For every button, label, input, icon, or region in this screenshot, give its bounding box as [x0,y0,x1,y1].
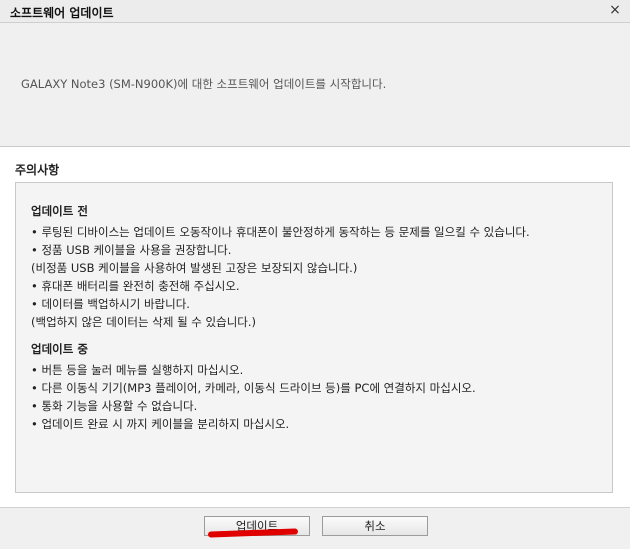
during-update-section: 업데이트 중 • 버튼 등을 눌러 메뉴를 실행하지 마십시오. • 다른 이동… [31,341,476,433]
notice-line: (백업하지 않은 데이터는 삭제 될 수 있습니다.) [31,315,256,329]
notice-line: • 루팅된 디바이스는 업데이트 오동작이나 휴대폰이 불안정하게 동작하는 등… [31,225,530,239]
notice-line: • 정품 USB 케이블을 사용을 권장합니다. [31,243,232,257]
cancel-button[interactable]: 취소 [322,516,428,536]
notice-line: • 통화 기능을 사용할 수 없습니다. [31,399,198,413]
notice-box[interactable]: 업데이트 전 • 루팅된 디바이스는 업데이트 오동작이나 휴대폰이 불안정하게… [15,182,613,493]
title-bar: 소프트웨어 업데이트 × [0,0,630,23]
close-icon[interactable]: × [608,2,622,18]
during-update-heading: 업데이트 중 [31,342,88,356]
notice-title: 주의사항 [15,163,60,177]
header-message: GALAXY Note3 (SM-N900K)에 대한 소프트웨어 업데이트를 … [21,77,387,91]
notice-line: • 버튼 등을 눌러 메뉴를 실행하지 마십시오. [31,363,244,377]
window-title: 소프트웨어 업데이트 [10,6,114,20]
before-update-section: 업데이트 전 • 루팅된 디바이스는 업데이트 오동작이나 휴대폰이 불안정하게… [31,203,530,331]
before-update-heading: 업데이트 전 [31,204,88,218]
dialog-body: 주의사항 업데이트 전 • 루팅된 디바이스는 업데이트 오동작이나 휴대폰이 … [0,147,630,507]
notice-line: • 데이터를 백업하시기 바랍니다. [31,297,190,311]
notice-line: • 업데이트 완료 시 까지 케이블을 분리하지 마십시오. [31,417,290,431]
dialog-header: GALAXY Note3 (SM-N900K)에 대한 소프트웨어 업데이트를 … [0,23,630,147]
dialog-footer: 업데이트 취소 [0,507,630,549]
notice-line: • 휴대폰 배터리를 완전히 충전해 주십시오. [31,279,240,293]
notice-line: • 다른 이동식 기기(MP3 플레이어, 카메라, 이동식 드라이브 등)를 … [31,381,476,395]
notice-line: (비정품 USB 케이블을 사용하여 발생된 고장은 보장되지 않습니다.) [31,261,358,275]
